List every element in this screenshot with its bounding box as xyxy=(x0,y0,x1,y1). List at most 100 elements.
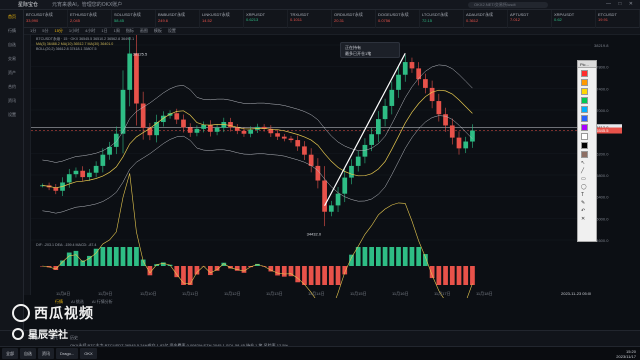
toolbar-item[interactable]: 1周 xyxy=(114,28,120,34)
ticker-card[interactable]: DOGEUSDT永续 0.0756 xyxy=(376,10,420,28)
ticker-card[interactable]: ETCUSDT 19.91 xyxy=(596,10,640,28)
title-bar: 星际宝仓 元宵来袭AI，管理您的OKX账户 OKX2.NET/交易所/usdt … xyxy=(0,0,640,10)
candlestick-chart[interactable]: 38125.5 34432.0 DIF: -203.1 DEA: -159.4 MA… xyxy=(31,35,591,298)
candle-body xyxy=(409,62,415,69)
rail-item[interactable]: 交易 xyxy=(0,52,24,66)
color-swatch[interactable] xyxy=(581,70,588,77)
toolbar-item[interactable]: 1分 xyxy=(30,28,36,34)
toolbar-item[interactable]: 1日 xyxy=(101,28,107,34)
ticker-card[interactable]: ADAUSDT永续 0.3612 xyxy=(464,10,508,28)
clock-date: 2023/11/17 xyxy=(616,354,636,359)
rail-item[interactable]: 自选 xyxy=(0,38,24,52)
candle-body xyxy=(127,53,133,90)
rail-item[interactable]: 资讯 xyxy=(0,94,24,108)
candle-body xyxy=(362,144,368,157)
legend-boll: BOLL(20,2) 36612.8 37418.1 35807.5 xyxy=(36,47,97,51)
palette-tool-icon[interactable]: ↖ xyxy=(581,160,593,166)
macd-bar xyxy=(160,262,166,266)
color-swatch[interactable] xyxy=(581,97,588,104)
palette-tool-icon[interactable]: ╱ xyxy=(581,168,593,174)
palette-tool-icon[interactable]: ✕ xyxy=(581,216,593,222)
rail-item[interactable]: 行情 xyxy=(0,24,24,38)
ticker-card[interactable]: LTCUSDT永续 72.15 xyxy=(420,10,464,28)
candle-body xyxy=(416,68,422,80)
ticker-card[interactable]: ORDIUSDT永续 20.31 xyxy=(332,10,376,28)
drawing-toolbar[interactable] xyxy=(24,35,31,295)
position-popup[interactable]: 正在持有 最多已开仓1笔 xyxy=(340,42,400,58)
palette-tool-icon[interactable]: T xyxy=(581,192,593,198)
candle-body xyxy=(100,154,106,166)
chart-legend: BTCUSDT永续 · 15 · OKX 36545.5 36510.2 365… xyxy=(36,37,134,52)
taskbar-app[interactable]: 全部 xyxy=(2,348,18,359)
candle-body xyxy=(134,53,139,104)
color-swatch[interactable] xyxy=(581,142,588,149)
ticker-card[interactable]: TRXUSDT 0.1011 xyxy=(288,10,332,28)
rail-item[interactable]: 合约 xyxy=(0,80,24,94)
ticker-card[interactable]: LINKUSDT永续 14.52 xyxy=(200,10,244,28)
candle-body xyxy=(423,79,428,88)
rail-item[interactable]: 资产 xyxy=(0,66,24,80)
candle-body xyxy=(349,165,354,178)
macd-bar xyxy=(382,247,388,266)
macd-bar xyxy=(423,254,428,266)
candle-body xyxy=(342,177,348,194)
ticker-card[interactable]: ETHUSDT永续 2,045 xyxy=(68,10,112,28)
ticker-price: 20.31 xyxy=(334,18,345,23)
toolbar-item[interactable]: 模板 xyxy=(154,28,162,34)
color-swatch[interactable] xyxy=(581,106,588,113)
macd-bar xyxy=(376,247,381,266)
ticker-card[interactable]: APTUSDT 7.012 xyxy=(508,10,552,28)
candle-body xyxy=(187,127,193,133)
top-notice[interactable]: 元宵来袭AI，管理您的OKX账户 xyxy=(52,1,122,8)
toolbar-item[interactable]: 4小时 xyxy=(85,28,95,34)
candle-body xyxy=(328,205,334,212)
price-axis: 38219.837800.037400.037000.036600.036200… xyxy=(591,35,640,298)
rail-item[interactable]: 设置 xyxy=(0,108,24,122)
macd-bar xyxy=(456,266,462,285)
color-swatch[interactable] xyxy=(581,124,588,131)
ticker-card[interactable]: BTCUSDT永续 33,990 xyxy=(24,10,68,28)
toolbar-item[interactable]: 1小时 xyxy=(69,28,79,34)
macd-bar xyxy=(181,266,186,285)
toolbar-item[interactable]: 画图 xyxy=(140,28,148,34)
ticker-price: 2,045 xyxy=(70,18,81,23)
macd-bar xyxy=(355,247,361,266)
palette-tool-icon[interactable]: ◯ xyxy=(581,184,593,190)
palette-tool-icon[interactable]: ✎ xyxy=(581,200,593,206)
color-swatch[interactable] xyxy=(581,88,588,95)
ticker-card[interactable]: XRPUSDT 0.6213 xyxy=(244,10,288,28)
toolbar-item[interactable]: 5分 xyxy=(42,28,48,34)
ticker-price: 249.6 xyxy=(158,18,169,23)
toolbar-item[interactable]: 设置 xyxy=(168,28,176,34)
ticker-card[interactable]: BNBUSDT永续 249.6 xyxy=(156,10,200,28)
ticker-price: 0.0756 xyxy=(378,18,391,23)
ticker-card[interactable]: XRP/USDT 0.62 xyxy=(552,10,596,28)
macd-bar xyxy=(308,266,314,285)
time-cursor-label: 2023-11-23 05:00 xyxy=(561,291,591,296)
palette-tool-icon[interactable]: ▭ xyxy=(581,176,593,182)
x-axis-label: 11月15日 xyxy=(350,291,367,296)
candle-body xyxy=(429,87,435,102)
color-swatch[interactable] xyxy=(581,79,588,86)
taskbar-app[interactable]: Drago... xyxy=(56,348,79,359)
taskbar-app[interactable]: OKX xyxy=(80,348,97,359)
candle-body xyxy=(456,137,462,149)
palette-tool-icon[interactable]: ↶ xyxy=(581,208,593,214)
ticker-card[interactable]: SOLUSDT永续 58.45 xyxy=(112,10,156,28)
drawing-palette[interactable]: Pic... ↖ ╱ ▭ ◯ T ✎ ↶ ✕ xyxy=(577,60,597,242)
watermark-badge-icon xyxy=(12,328,24,340)
taskbar-app[interactable]: 自选 xyxy=(20,348,36,359)
toolbar-item[interactable]: 15分 xyxy=(54,28,62,34)
color-swatch[interactable] xyxy=(581,151,588,158)
candle-body xyxy=(369,134,374,145)
toolbar-item[interactable]: 指标 xyxy=(126,28,134,34)
rail-item[interactable]: 首页 xyxy=(0,10,24,24)
ticker-price: 72.15 xyxy=(422,18,433,23)
color-swatch[interactable] xyxy=(581,133,588,140)
search-input[interactable]: OKX2.NET/交易所/usdt xyxy=(468,2,548,8)
taskbar-app[interactable]: 资讯 xyxy=(38,348,54,359)
candle-body xyxy=(147,127,153,136)
window-controls[interactable]: — □ ✕ xyxy=(606,1,636,7)
color-swatch[interactable] xyxy=(581,115,588,122)
macd-bar xyxy=(66,252,72,266)
